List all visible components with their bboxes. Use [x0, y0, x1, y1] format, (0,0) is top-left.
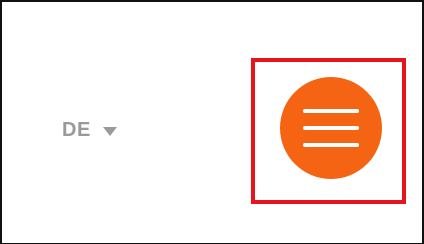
hamburger-menu-icon	[303, 126, 359, 130]
hamburger-menu-icon	[303, 143, 359, 147]
hamburger-menu-icon	[303, 109, 359, 113]
language-label: DE	[62, 118, 91, 141]
header-frame: DE	[0, 0, 424, 244]
menu-button[interactable]	[280, 77, 382, 179]
language-selector[interactable]: DE	[62, 115, 117, 145]
caret-down-icon	[102, 126, 117, 136]
